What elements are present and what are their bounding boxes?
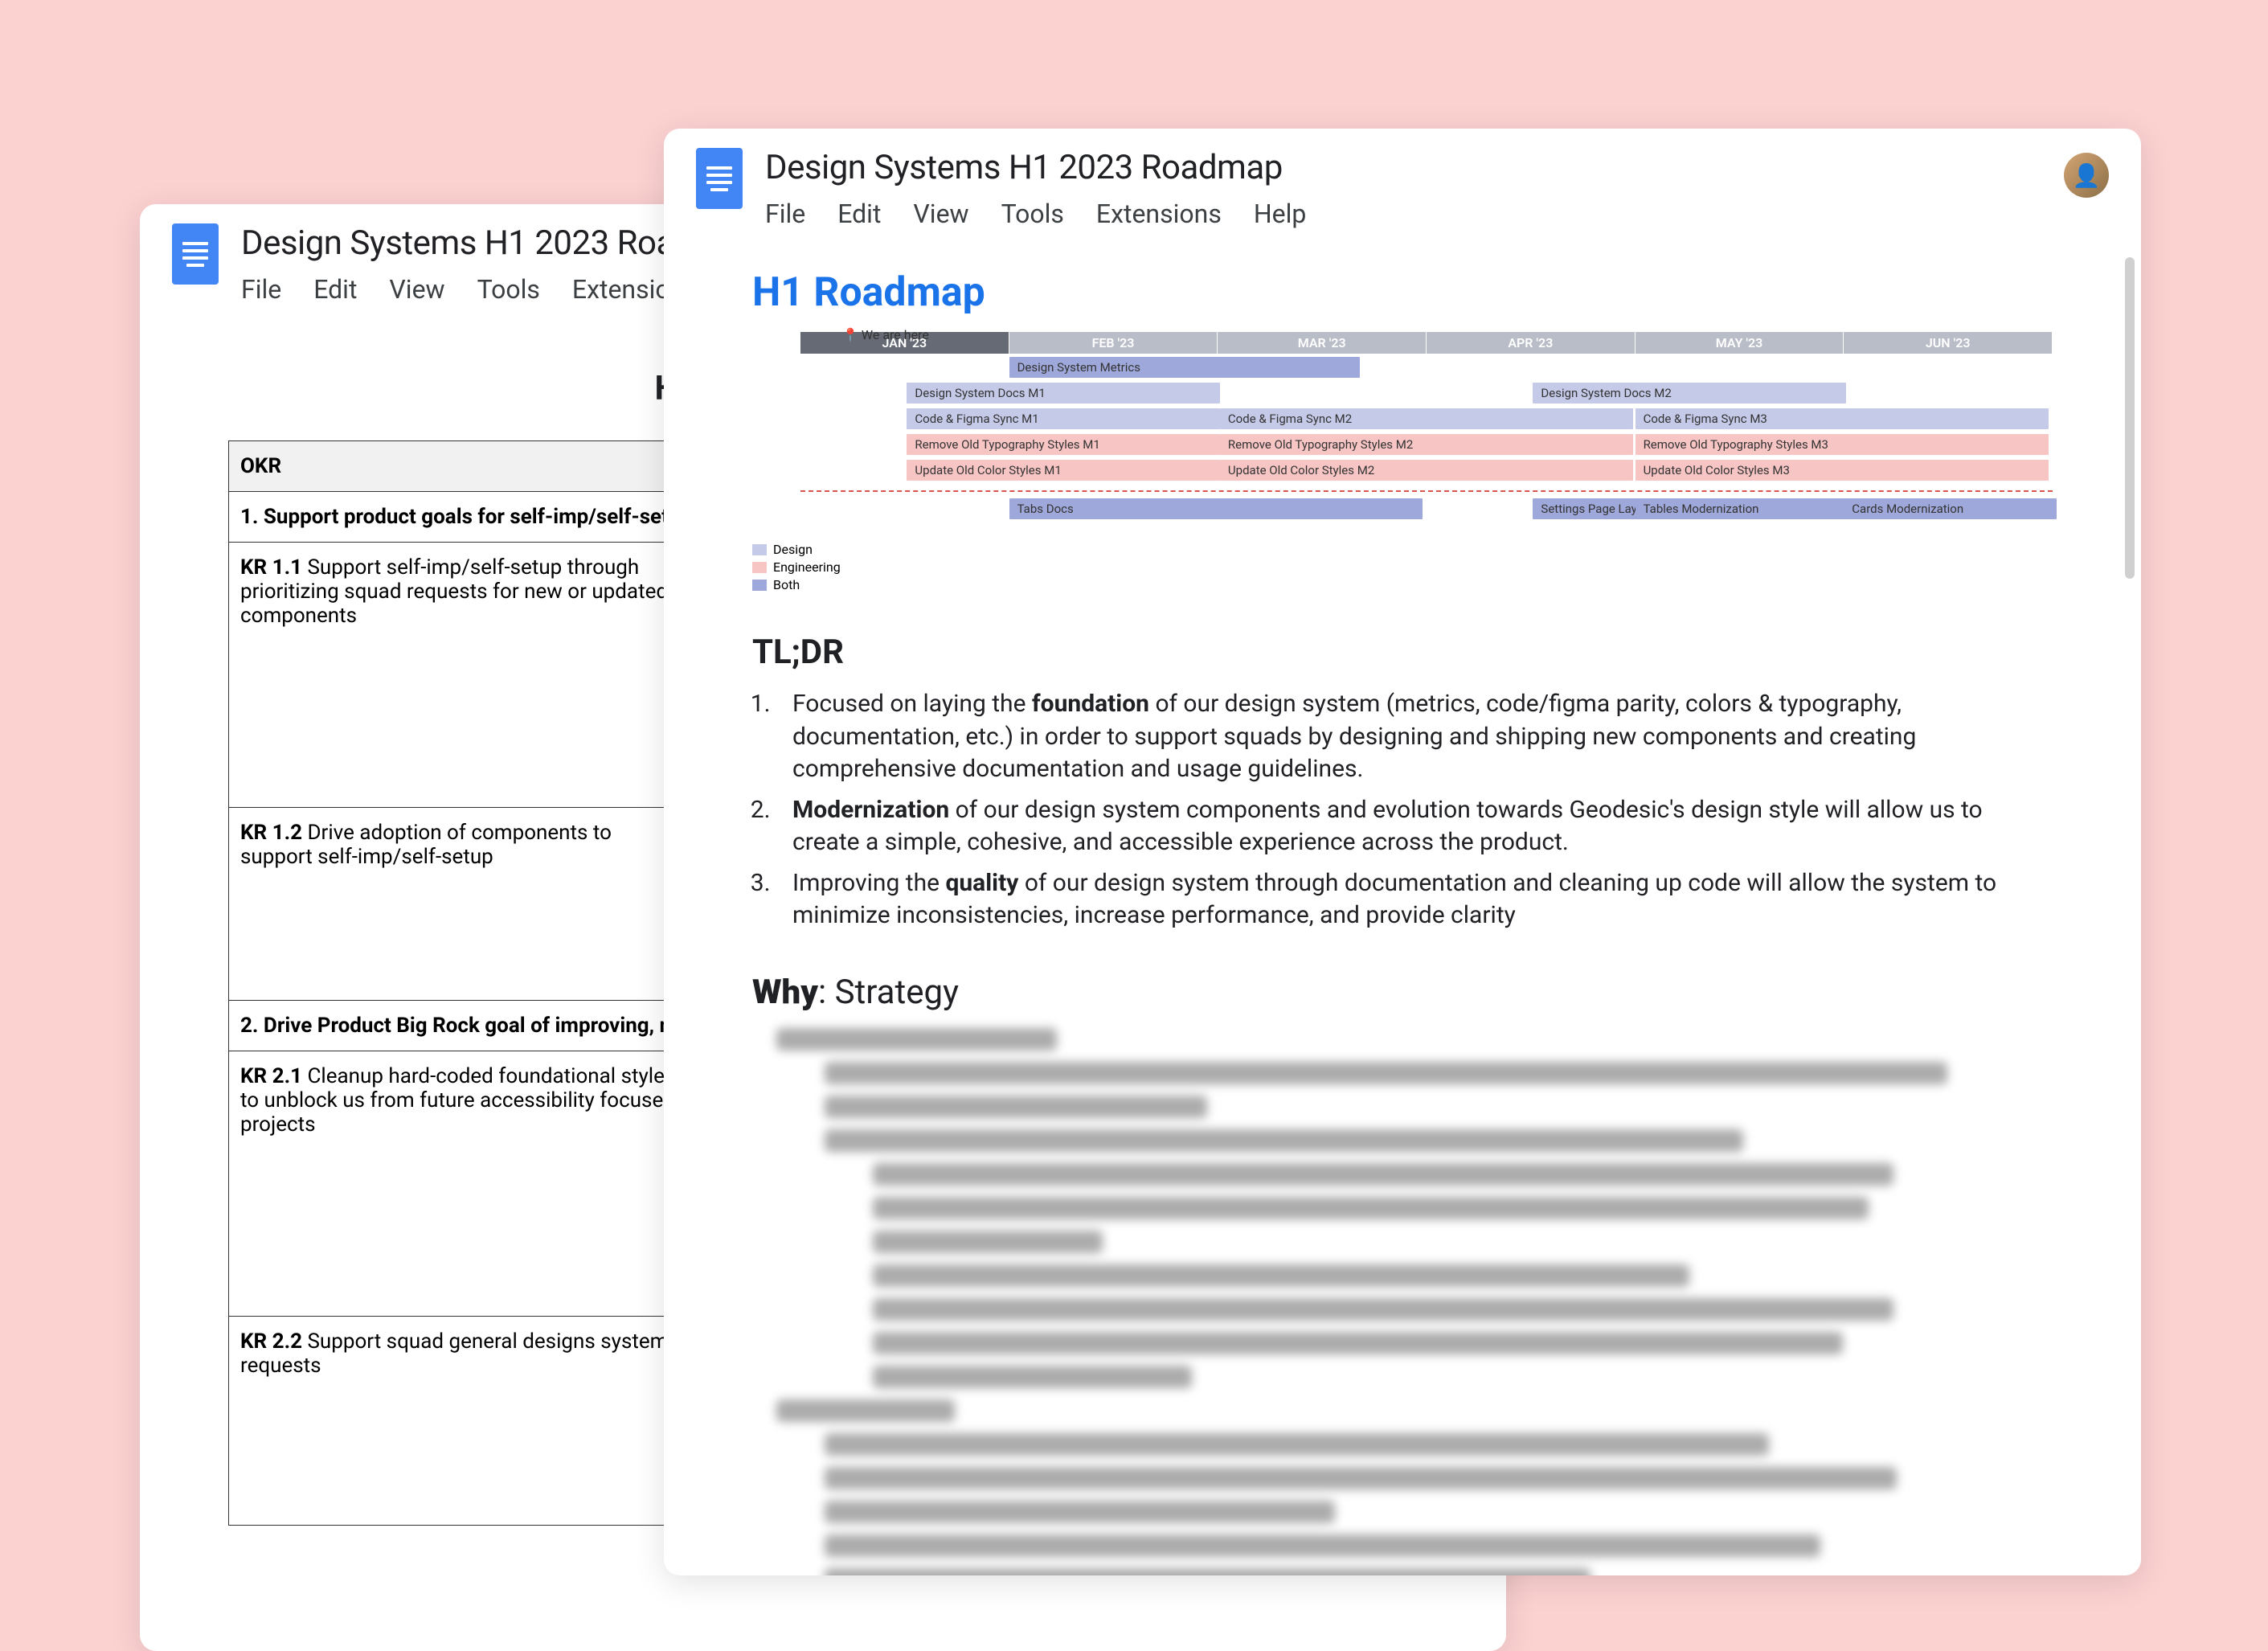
bar-docs-m1: Design System Docs M1 — [907, 383, 1220, 404]
month-jun: JUN '23 — [1844, 332, 2053, 354]
bar-typo-m1: Remove Old Typography Styles M1 — [907, 434, 1220, 455]
menu-extensions[interactable]: Extensions — [1096, 199, 1222, 229]
bar-color-m2: Update Old Color Styles M2 — [1220, 460, 1633, 481]
bar-color-m3: Update Old Color Styles M3 — [1635, 460, 2049, 481]
avatar[interactable]: 👤 — [2064, 153, 2109, 198]
kr-1-1: KR 1.1 Support self-imp/self-setup throu… — [229, 543, 695, 808]
bar-sync-m1: Code & Figma Sync M1 — [907, 408, 1220, 429]
menu-help[interactable]: Help — [1254, 199, 1307, 229]
bar-tables: Tables Modernization — [1635, 498, 1848, 519]
docs-icon[interactable] — [696, 148, 743, 209]
bar-typo-m2: Remove Old Typography Styles M2 — [1220, 434, 1633, 455]
bar-typo-m3: Remove Old Typography Styles M3 — [1635, 434, 2049, 455]
kr-2-1: KR 2.1 Cleanup hard-coded foundational s… — [229, 1051, 695, 1317]
kr-2-2: KR 2.2 Support squad general designs sys… — [229, 1317, 695, 1526]
bar-color-m1: Update Old Color Styles M1 — [907, 460, 1220, 481]
h1-roadmap-heading: H1 Roadmap — [752, 269, 2053, 316]
month-may: MAY '23 — [1635, 332, 1844, 354]
legend-swatch-engineering — [752, 562, 767, 573]
bar-cards: Cards Modernization — [1844, 498, 2057, 519]
doc-title-front[interactable]: Design Systems H1 2023 Roadmap — [765, 148, 2041, 187]
why-heading: Why: Strategy — [752, 973, 2053, 1012]
bar-tabs: Tabs Docs — [1009, 498, 1423, 519]
month-mar: MAR '23 — [1218, 332, 1427, 354]
menu-tools[interactable]: Tools — [1001, 199, 1064, 229]
tldr-list: Focused on laying the foundation of our … — [752, 688, 2053, 932]
blurred-content — [752, 1028, 2053, 1576]
bar-metrics: Design System Metrics — [1009, 357, 1360, 378]
bar-docs-m2: Design System Docs M2 — [1533, 383, 1846, 404]
gantt-chart: 📍 We are here JAN '23 FEB '23 MAR '23 AP… — [800, 332, 2053, 592]
doc-window-front: Design Systems H1 2023 Roadmap File Edit… — [664, 129, 2141, 1575]
scrollbar[interactable] — [2125, 257, 2135, 579]
th-okr: OKR — [229, 441, 695, 492]
docs-icon[interactable] — [172, 223, 219, 285]
menu-view[interactable]: View — [913, 199, 968, 229]
legend-swatch-both — [752, 580, 767, 591]
kr-1-2: KR 1.2 Drive adoption of components to s… — [229, 808, 695, 1001]
menu-edit[interactable]: Edit — [837, 199, 881, 229]
menu-edit[interactable]: Edit — [313, 274, 357, 305]
tldr-heading: TL;DR — [752, 633, 2053, 672]
tldr-item-3: Improving the quality of our design syst… — [776, 867, 2053, 932]
menu-tools[interactable]: Tools — [477, 274, 540, 305]
titlebar-front: Design Systems H1 2023 Roadmap File Edit… — [664, 129, 2141, 229]
month-feb: FEB '23 — [1009, 332, 1218, 354]
gantt-divider — [800, 490, 2053, 492]
we-are-here-marker: 📍 We are here — [842, 327, 929, 342]
menu-view[interactable]: View — [389, 274, 444, 305]
pin-icon: 📍 — [842, 327, 858, 342]
legend-swatch-design — [752, 544, 767, 555]
gantt-legend: Design Engineering Both — [752, 542, 2053, 592]
content-front: H1 Roadmap 📍 We are here JAN '23 FEB '23… — [664, 229, 2141, 1575]
tldr-item-1: Focused on laying the foundation of our … — [776, 688, 2053, 786]
menu-file[interactable]: File — [241, 274, 281, 305]
month-apr: APR '23 — [1427, 332, 1635, 354]
bar-sync-m2: Code & Figma Sync M2 — [1220, 408, 1633, 429]
gantt-months: JAN '23 FEB '23 MAR '23 APR '23 MAY '23 … — [800, 332, 2053, 354]
bar-sync-m3: Code & Figma Sync M3 — [1635, 408, 2049, 429]
menu-bar-front: File Edit View Tools Extensions Help — [765, 199, 2041, 229]
tldr-item-2: Modernization of our design system compo… — [776, 794, 2053, 859]
menu-file[interactable]: File — [765, 199, 805, 229]
